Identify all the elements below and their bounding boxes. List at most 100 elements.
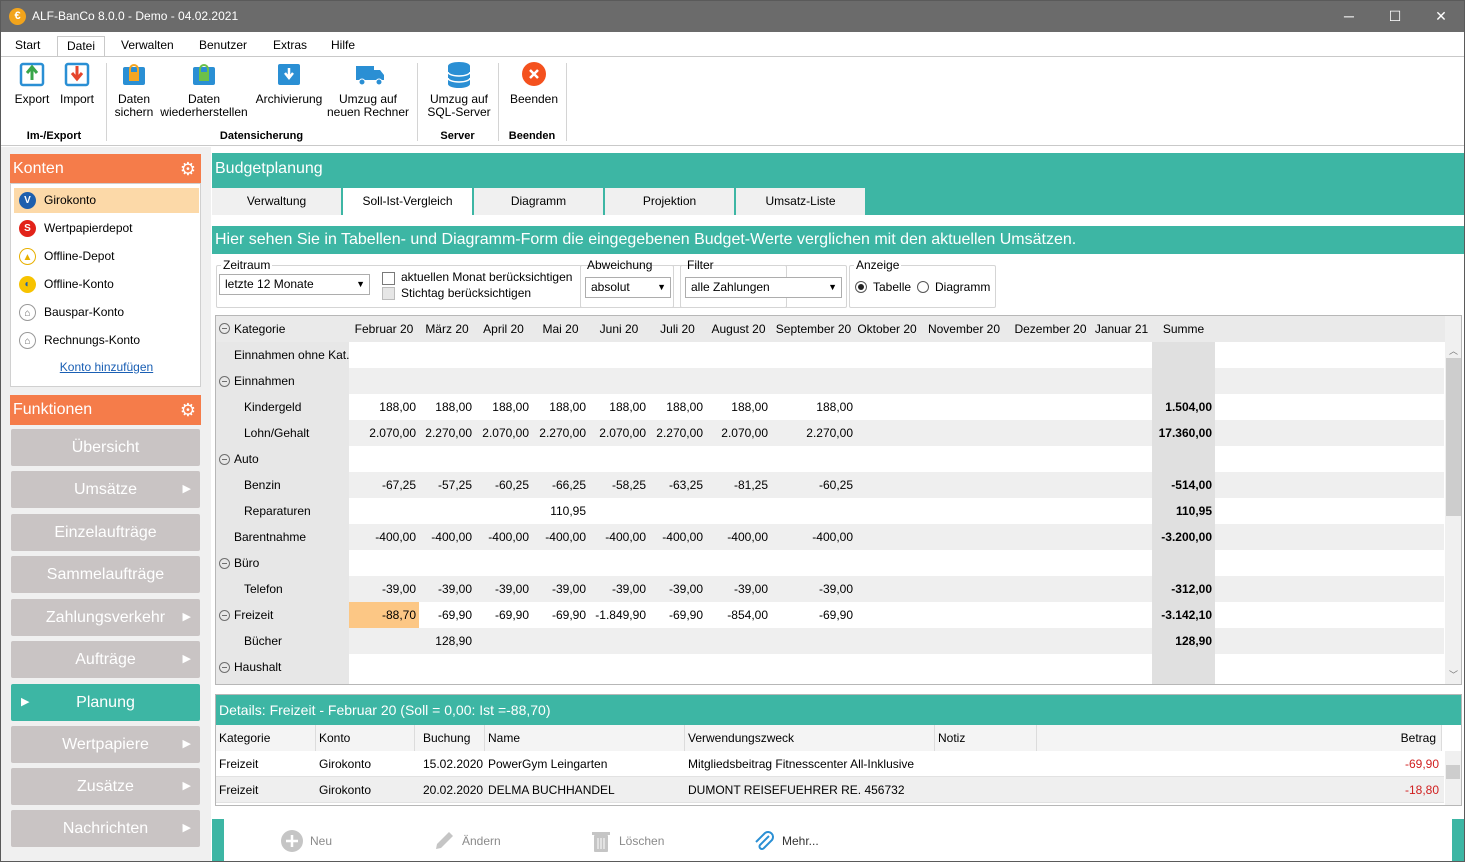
beenden-button[interactable]: Beenden xyxy=(506,61,562,106)
collapse-icon[interactable] xyxy=(219,454,230,465)
value-cell[interactable]: 2.270,00 xyxy=(771,420,856,446)
menu-tab-start[interactable]: Start xyxy=(6,36,49,56)
value-cell[interactable]: -400,00 xyxy=(649,524,706,550)
value-cell[interactable]: -66,25 xyxy=(532,472,589,498)
umzug-sql-button[interactable]: Umzug auf SQL-Server xyxy=(425,61,493,119)
umzug-rechner-button[interactable]: Umzug auf neuen Rechner xyxy=(325,61,411,119)
column-header[interactable]: Oktober 20 xyxy=(856,316,918,342)
value-cell[interactable]: -400,00 xyxy=(532,524,589,550)
nav-nachrichten[interactable]: Nachrichten ▶ xyxy=(11,810,200,847)
value-cell[interactable]: 2.270,00 xyxy=(532,420,589,446)
value-cell[interactable]: -400,00 xyxy=(419,524,475,550)
column-header[interactable]: April 20 xyxy=(475,316,532,342)
details-column-header[interactable]: Verwendungszweck xyxy=(685,725,935,751)
mehr-button[interactable]: Mehr... xyxy=(752,827,819,855)
konto-item-offline-depot[interactable]: ▲ Offline-Depot xyxy=(14,244,199,269)
value-cell[interactable]: 2.070,00 xyxy=(475,420,532,446)
maximize-button[interactable]: ☐ xyxy=(1372,1,1418,32)
value-cell[interactable]: 188,00 xyxy=(419,394,475,420)
details-column-header[interactable]: Name xyxy=(485,725,685,751)
value-cell[interactable]: 188,00 xyxy=(349,394,419,420)
abweichung-select[interactable]: absolut ▼ xyxy=(585,277,671,298)
value-cell[interactable]: -39,00 xyxy=(649,576,706,602)
nav-umsaetze[interactable]: Umsätze ▶ xyxy=(11,471,200,508)
summe-cell[interactable]: -3.200,00 xyxy=(1152,524,1215,550)
tab-umsatz-liste[interactable]: Umsatz-Liste xyxy=(736,188,865,215)
value-cell[interactable]: 2.070,00 xyxy=(349,420,419,446)
neu-button[interactable]: Neu xyxy=(280,827,332,855)
value-cell[interactable]: -58,25 xyxy=(589,472,649,498)
tab-diagramm[interactable]: Diagramm xyxy=(474,188,603,215)
aktueller-monat-checkbox[interactable] xyxy=(382,272,395,285)
scroll-thumb[interactable] xyxy=(1446,358,1461,516)
column-header[interactable]: Dezember 20 xyxy=(1010,316,1091,342)
zeitraum-select[interactable]: letzte 12 Monate ▼ xyxy=(219,274,370,295)
menu-tab-hilfe[interactable]: Hilfe xyxy=(322,36,364,56)
daten-wiederherstellen-button[interactable]: Daten wiederherstellen xyxy=(159,61,249,119)
summe-cell[interactable]: -3.142,10 xyxy=(1152,602,1215,628)
close-button[interactable]: ✕ xyxy=(1418,1,1464,32)
value-cell[interactable]: 2.070,00 xyxy=(589,420,649,446)
loeschen-button[interactable]: Löschen xyxy=(589,827,664,855)
tabelle-radio[interactable] xyxy=(855,281,867,293)
nav-wertpapiere[interactable]: Wertpapiere ▶ xyxy=(11,726,200,763)
konto-item-girokonto[interactable]: V Girokonto xyxy=(14,188,199,213)
konto-item-wertpapierdepot[interactable]: S Wertpapierdepot xyxy=(14,216,199,241)
diagramm-radio[interactable] xyxy=(917,281,929,293)
konto-item-offline-konto[interactable]: ◐ Offline-Konto xyxy=(14,272,199,297)
value-cell[interactable]: -854,00 xyxy=(706,602,771,628)
nav-sammelauftraege[interactable]: Sammelaufträge xyxy=(11,556,200,593)
nav-einzelauftraege[interactable]: Einzelaufträge xyxy=(11,514,200,551)
value-cell[interactable]: -69,90 xyxy=(475,602,532,628)
soll-ist-grid[interactable]: Kategorie Februar 20 März 20 April 20 Mai 20… xyxy=(215,315,1462,685)
column-header[interactable]: Kategorie xyxy=(216,316,349,342)
value-cell[interactable]: -88,70 xyxy=(349,602,419,628)
gear-icon[interactable]: ⚙ xyxy=(180,160,196,178)
value-cell[interactable]: -57,25 xyxy=(419,472,475,498)
scroll-up-icon[interactable]: ︿ xyxy=(1449,344,1458,357)
menu-tab-benutzer[interactable]: Benutzer xyxy=(190,36,256,56)
vertical-scrollbar[interactable]: ︿ ﹀ xyxy=(1445,316,1461,684)
collapse-icon[interactable] xyxy=(219,610,230,621)
column-header[interactable]: Januar 21 xyxy=(1091,316,1152,342)
details-column-header[interactable]: Kategorie xyxy=(216,725,316,751)
import-button[interactable]: Import xyxy=(57,61,97,106)
value-cell[interactable]: 2.070,00 xyxy=(706,420,771,446)
konto-item-bauspar-konto[interactable]: ⌂ Bauspar-Konto xyxy=(14,300,199,325)
minimize-button[interactable]: ─ xyxy=(1326,1,1372,32)
value-cell[interactable]: 188,00 xyxy=(706,394,771,420)
menu-tab-datei[interactable]: Datei xyxy=(57,36,106,56)
column-header[interactable]: Juni 20 xyxy=(589,316,649,342)
value-cell[interactable]: 188,00 xyxy=(475,394,532,420)
archivierung-button[interactable]: Archivierung xyxy=(253,61,325,106)
details-column-header[interactable]: Notiz xyxy=(935,725,1037,751)
value-cell[interactable]: -39,00 xyxy=(475,576,532,602)
value-cell[interactable]: 188,00 xyxy=(649,394,706,420)
aendern-button[interactable]: Ändern xyxy=(432,827,501,855)
scroll-down-icon[interactable]: ﹀ xyxy=(1449,668,1458,681)
value-cell[interactable]: -60,25 xyxy=(771,472,856,498)
value-cell[interactable]: -39,00 xyxy=(771,576,856,602)
tab-projektion[interactable]: Projektion xyxy=(605,188,734,215)
value-cell[interactable]: -400,00 xyxy=(475,524,532,550)
details-column-header[interactable]: Konto xyxy=(316,725,415,751)
konto-item-rechnungs-konto[interactable]: ⌂ Rechnungs-Konto xyxy=(14,328,199,353)
value-cell[interactable]: 128,90 xyxy=(419,628,475,654)
nav-uebersicht[interactable]: Übersicht xyxy=(11,429,200,466)
gear-icon[interactable]: ⚙ xyxy=(180,401,196,419)
column-header[interactable]: März 20 xyxy=(419,316,475,342)
tab-verwaltung[interactable]: Verwaltung xyxy=(212,188,341,215)
summe-cell[interactable]: 110,95 xyxy=(1152,498,1215,524)
summe-cell[interactable]: 1.504,00 xyxy=(1152,394,1215,420)
column-header[interactable]: Summe xyxy=(1152,316,1215,342)
value-cell[interactable]: -400,00 xyxy=(349,524,419,550)
nav-planung[interactable]: ▶ Planung xyxy=(11,684,200,721)
konto-hinzufuegen-link[interactable]: Konto hinzufügen xyxy=(11,360,202,374)
value-cell[interactable]: -39,00 xyxy=(532,576,589,602)
column-header[interactable]: Februar 20 xyxy=(349,316,419,342)
nav-auftraege[interactable]: Aufträge ▶ xyxy=(11,641,200,678)
value-cell[interactable]: -39,00 xyxy=(419,576,475,602)
nav-zahlungsverkehr[interactable]: Zahlungsverkehr ▶ xyxy=(11,599,200,636)
value-cell[interactable]: 188,00 xyxy=(532,394,589,420)
column-header[interactable]: Juli 20 xyxy=(649,316,706,342)
